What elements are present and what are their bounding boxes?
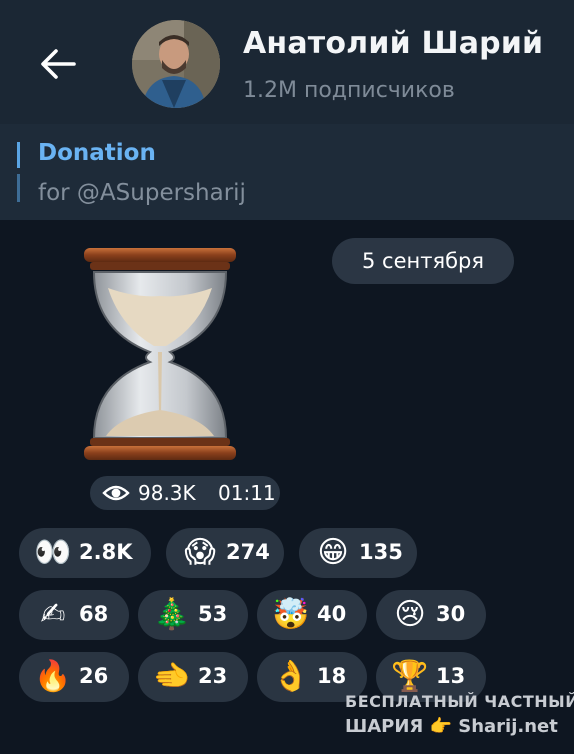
reaction-count: 53 [198,602,228,626]
screaming-face-icon: 😱 [184,535,216,570]
ok-hand-icon: 👌 [272,659,310,694]
reaction-count: 274 [226,540,270,564]
trophy-icon: 🏆 [391,659,429,694]
subscriber-count: 1.2M подписчиков [243,78,455,103]
views-time-badge: 98.3K 01:11 [90,476,280,510]
reaction-count: 18 [317,664,347,688]
message-time: 01:11 [218,481,276,505]
reaction-count: 23 [198,664,228,688]
chat-header [0,0,574,124]
eye-icon [102,485,130,501]
view-count: 98.3K [138,481,196,505]
pinned-title: Donation [38,140,156,166]
reaction-count: 40 [317,602,347,626]
watermark-line-2: ШАРИЯ 👉 Sharij.net [345,716,558,737]
reaction-writing[interactable]: ✍ 68 [19,590,129,640]
avatar-photo [132,20,220,108]
reaction-eyes[interactable]: 👀 2.8K [19,528,151,578]
grinning-face-icon: 😁 [317,535,349,570]
reaction-count: 135 [359,540,403,564]
reaction-fire[interactable]: 🔥 26 [19,652,129,702]
reaction-mind-blown[interactable]: 🤯 40 [257,590,367,640]
christmas-tree-icon: 🎄 [153,597,191,632]
eyes-icon: 👀 [34,535,72,570]
reaction-point[interactable]: 🫲 23 [138,652,248,702]
exploding-head-icon: 🤯 [272,597,310,632]
hourglass-sticker[interactable] [80,240,240,470]
fire-icon: 🔥 [34,659,72,694]
channel-avatar[interactable] [132,20,220,108]
reaction-cry[interactable]: 😢 30 [376,590,486,640]
reaction-grin[interactable]: 😁 135 [299,528,417,578]
pinned-text: for @ASupersharij [38,180,246,206]
reaction-count: 30 [436,602,466,626]
date-badge: 5 сентября [332,238,514,284]
reaction-count: 26 [79,664,109,688]
watermark-line-1: БЕСПЛАТНЫЙ ЧАСТНЫЙ [345,692,574,711]
writing-hand-icon: ✍ [40,597,66,632]
reaction-scream[interactable]: 😱 274 [166,528,284,578]
reaction-count: 2.8K [79,540,133,564]
back-arrow-icon[interactable] [38,46,78,82]
crying-face-icon: 😢 [394,597,426,632]
pointing-hand-icon: 🫲 [153,659,191,694]
reaction-tree[interactable]: 🎄 53 [138,590,248,640]
channel-title[interactable]: Анатолий Шарий [243,26,543,61]
reaction-count: 13 [436,664,466,688]
reaction-count: 68 [79,602,109,626]
